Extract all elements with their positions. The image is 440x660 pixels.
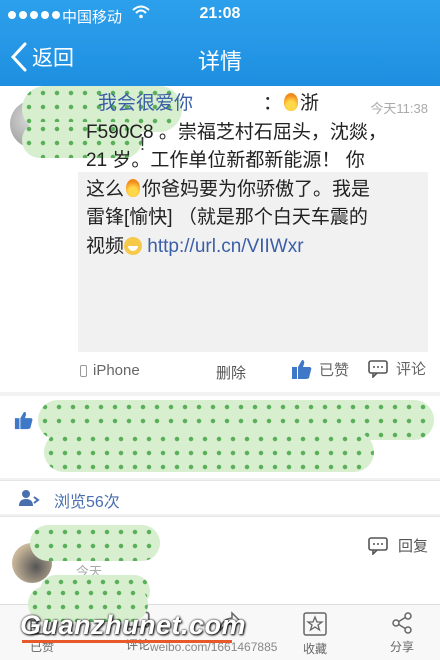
like-button[interactable]: 已赞: [291, 358, 349, 380]
quoted-line4a: 这么: [86, 178, 125, 200]
device-source: iPhone: [80, 362, 140, 379]
page-title: 详情: [197, 49, 242, 74]
quoted-message-text: 我会很爱你 ： 浙 F590C8 。崇福芝村石屈头，沈燚， 21 岁。工作单位新都新…: [86, 90, 416, 262]
status-time: 21:08: [199, 5, 241, 22]
quoted-line6: 视频: [86, 235, 125, 257]
quoted-line2: F590C8 。崇福芝村石屈头，沈燚，: [86, 121, 387, 143]
delete-button[interactable]: 删除: [216, 362, 246, 383]
quoted-line1: 浙: [300, 93, 320, 114]
quoted-link[interactable]: http://url.cn/VIIWxr: [147, 236, 303, 257]
status-bar: 中国移动 21:08: [0, 0, 440, 30]
redacted-commenter-name: [30, 525, 160, 561]
quoted-colon: ：: [263, 93, 283, 114]
post-actions: iPhone 删除 已赞 评论: [0, 356, 440, 386]
share-icon: [392, 612, 412, 634]
star-icon: [303, 612, 327, 636]
toolbar-favorite-label: 收藏: [302, 642, 327, 656]
likes-section: [0, 396, 440, 478]
phone-icon: [80, 364, 87, 377]
comment-button[interactable]: 评论: [368, 358, 426, 379]
toolbar-share-button[interactable]: 分享: [372, 611, 432, 655]
watermark-underline: [22, 640, 232, 643]
smile-emoji-icon: [124, 236, 143, 255]
thumb-up-icon: [14, 411, 33, 430]
liked-label: 已赞: [319, 361, 350, 379]
view-count-row: 浏览56次: [0, 480, 440, 514]
device-label: iPhone: [93, 362, 140, 379]
comment-label: 评论: [396, 361, 427, 378]
quoted-line5: 雷锋[愉快] （就是那个白天车震的: [86, 207, 368, 229]
comment-icon: [368, 536, 388, 555]
quoted-line4b: 你爸妈要为你骄傲了。我是: [142, 178, 371, 200]
fire-emoji-icon: [126, 178, 141, 197]
users-icon: [19, 490, 40, 506]
view-count: 浏览56次: [54, 494, 120, 511]
comment-icon: [368, 359, 388, 378]
toolbar-share-label: 分享: [389, 640, 414, 654]
reply-button[interactable]: 回复: [368, 535, 428, 556]
reply-label: 回复: [398, 538, 429, 555]
quoted-line3: 21 岁。工作单位新都新能源！ 你: [86, 150, 365, 172]
quoted-nickname[interactable]: 我会很爱你: [98, 93, 193, 114]
thumb-up-icon: [292, 360, 312, 379]
toolbar-favorite-button[interactable]: 收藏: [285, 611, 345, 657]
redacted-likers: [44, 432, 374, 472]
site-watermark: Guanzhunet.com: [20, 610, 247, 640]
fire-emoji-icon: [284, 93, 299, 111]
top-bar: 中国移动 21:08 返回 详情: [0, 0, 440, 86]
